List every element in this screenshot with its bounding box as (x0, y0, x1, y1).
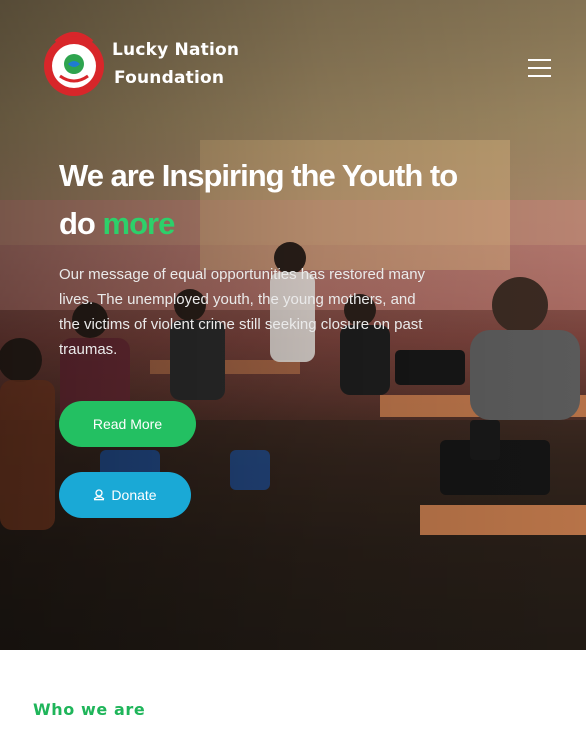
section-heading-who-we-are: Who we are (33, 700, 146, 719)
donate-button[interactable]: Donate (59, 472, 191, 518)
brand-line-1: Lucky Nation (112, 40, 240, 60)
read-more-button[interactable]: Read More (59, 401, 196, 447)
brand-line-2: Foundation (114, 68, 225, 88)
headline-accent: more (102, 206, 176, 241)
hero-section: Lucky Nation Foundation We are Inspiring… (0, 0, 586, 650)
hero-headline: We are Inspiring the Youth to do more (59, 152, 479, 248)
menu-bar-middle (528, 67, 551, 69)
read-more-label: Read More (92, 416, 163, 432)
menu-bar-bottom (528, 75, 551, 77)
menu-bar-top (528, 59, 551, 61)
brand-name[interactable]: Lucky Nation Foundation (112, 36, 239, 92)
donate-hand-icon (94, 489, 105, 501)
donate-label: Donate (111, 487, 157, 503)
foundation-logo[interactable] (42, 24, 106, 106)
hero-lead-text: Our message of equal opportunities has r… (59, 266, 426, 358)
page: Lucky Nation Foundation We are Inspiring… (0, 0, 586, 732)
hamburger-menu-icon[interactable] (528, 56, 552, 80)
